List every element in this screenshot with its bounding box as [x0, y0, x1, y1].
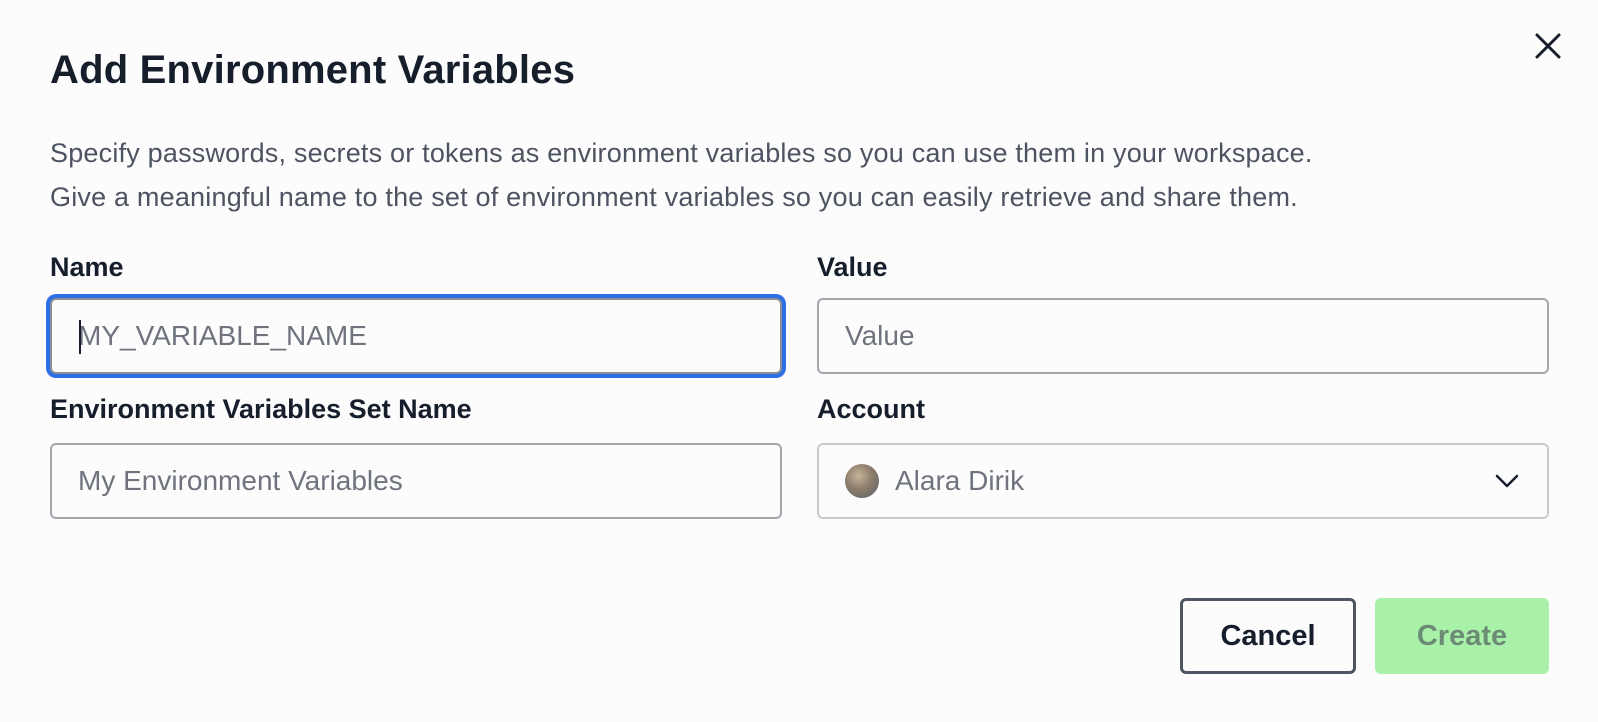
value-input[interactable] — [819, 300, 1547, 372]
name-field-wrapper — [50, 298, 782, 374]
dialog-description-line-2: Give a meaningful name to the set of env… — [50, 182, 1298, 212]
chevron-down-icon — [1493, 467, 1521, 495]
text-caret — [79, 320, 81, 354]
cancel-button[interactable]: Cancel — [1180, 598, 1356, 674]
account-select[interactable]: Alara Dirik — [817, 443, 1549, 519]
set-name-input[interactable] — [52, 445, 780, 517]
dialog-title: Add Environment Variables — [50, 48, 576, 92]
account-label: Account — [817, 394, 925, 424]
close-button[interactable] — [1530, 28, 1566, 64]
value-label: Value — [817, 252, 888, 282]
dialog-description-line-1: Specify passwords, secrets or tokens as … — [50, 138, 1313, 168]
add-env-vars-dialog: Add Environment Variables Specify passwo… — [0, 0, 1598, 722]
value-field-wrapper — [817, 298, 1549, 374]
set-name-field-wrapper — [50, 443, 782, 519]
close-icon — [1535, 33, 1561, 59]
account-selected-value: Alara Dirik — [895, 465, 1025, 496]
name-input[interactable] — [52, 300, 780, 372]
create-button[interactable]: Create — [1375, 598, 1549, 674]
name-label: Name — [50, 252, 124, 282]
set-name-label: Environment Variables Set Name — [50, 394, 472, 424]
avatar — [845, 464, 879, 498]
